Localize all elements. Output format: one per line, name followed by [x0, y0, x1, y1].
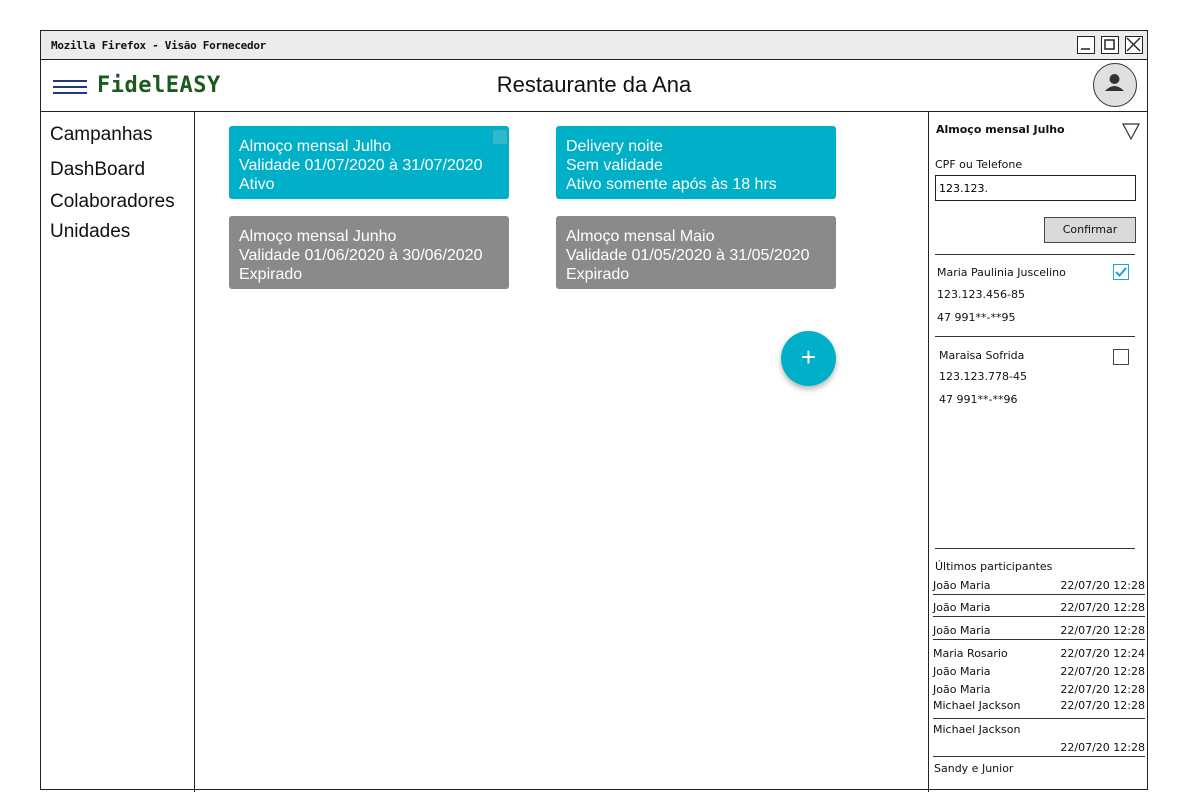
sidebar-item-dashboard[interactable]: DashBoard [50, 159, 145, 181]
page-title: Restaurante da Ana [496, 72, 692, 97]
campaign-name: Delivery noite [566, 138, 663, 155]
result-cpf: 123.123.456-85 [937, 288, 1025, 301]
result-name: Maraisa Sofrida [939, 349, 1025, 362]
title-bar: Mozilla Firefox - Visão Fornecedor [41, 31, 1147, 60]
participant-row: João Maria 22/07/20 12:28 [933, 579, 1145, 595]
campaign-name: Almoço mensal Julho [239, 138, 392, 155]
campaign-panel: Almoço mensal Julho CPF ou Telefone Conf… [928, 112, 1147, 792]
participant-time: 22/07/20 12:24 [1060, 647, 1145, 660]
last-participants-title: Últimos participantes [935, 560, 1053, 573]
campaign-status: Expirado [239, 266, 303, 283]
participant-time: 22/07/20 12:28 [1060, 601, 1145, 614]
campaign-validity: Sem validade [566, 157, 663, 174]
divider [935, 336, 1135, 337]
result-phone: 47 991**-**95 [937, 311, 1016, 324]
participant-time: 22/07/20 12:28 [1060, 699, 1145, 712]
avatar[interactable] [1093, 63, 1137, 107]
participant-name: João Maria [933, 624, 991, 637]
campaign-card[interactable]: Delivery noite Sem validade Ativo soment… [556, 126, 836, 199]
sidebar: Campanhas DashBoard Colaboradores Unidad… [41, 112, 195, 792]
participant-time: 22/07/20 12:28 [1060, 624, 1145, 637]
campaign-card[interactable]: Almoço mensal Julho Validade 01/07/2020 … [229, 126, 509, 199]
cpf-phone-input[interactable] [935, 175, 1136, 201]
app-header: FidelEASY Restaurante da Ana [41, 60, 1147, 112]
close-button[interactable] [1125, 36, 1143, 54]
window-title: Mozilla Firefox - Visão Fornecedor [51, 39, 266, 52]
campaign-name: Almoço mensal Maio [566, 228, 715, 245]
maximize-button[interactable] [1101, 36, 1119, 54]
card-checkbox[interactable] [493, 130, 507, 144]
campaign-name: Almoço mensal Junho [239, 228, 397, 245]
minimize-icon [1081, 48, 1090, 50]
campaign-validity: Validade 01/06/2020 à 30/06/2020 [239, 247, 483, 264]
participant-row: Michael Jackson 22/07/20 12:28 [933, 720, 1145, 757]
campaign-status: Ativo somente após às 18 hrs [566, 176, 777, 193]
add-campaign-button[interactable]: + [781, 331, 836, 386]
participant-time: 22/07/20 12:28 [1060, 741, 1145, 754]
campaign-card[interactable]: Almoço mensal Junho Validade 01/06/2020 … [229, 216, 509, 289]
cpf-phone-label: CPF ou Telefone [935, 158, 1023, 171]
result-cpf: 123.123.778-45 [939, 370, 1027, 383]
divider [933, 718, 1145, 719]
campaign-validity: Validade 01/05/2020 à 31/05/2020 [566, 247, 810, 264]
result-checkbox[interactable] [1113, 264, 1129, 280]
participant-time: 22/07/20 12:28 [1060, 665, 1145, 678]
campaign-card[interactable]: Almoço mensal Maio Validade 01/05/2020 à… [556, 216, 836, 289]
user-icon [1105, 74, 1124, 91]
confirm-button[interactable]: Confirmar [1044, 217, 1136, 243]
result-phone: 47 991**-**96 [939, 393, 1018, 406]
participant-name: Michael Jackson [933, 723, 1021, 736]
campaign-validity: Validade 01/07/2020 à 31/07/2020 [239, 157, 483, 174]
dropdown-triangle-icon[interactable] [1121, 121, 1141, 141]
participant-name: João Maria [933, 683, 991, 696]
maximize-icon [1104, 39, 1115, 50]
browser-window: Mozilla Firefox - Visão Fornecedor Fidel… [40, 30, 1148, 792]
divider [935, 548, 1135, 549]
participant-name: Michael Jackson [933, 699, 1021, 712]
participant-name: João Maria [933, 665, 991, 678]
participant-row: João Maria 22/07/20 12:28 [933, 601, 1145, 617]
participant-name: Maria Rosario [933, 647, 1008, 660]
sidebar-item-campanhas[interactable]: Campanhas [50, 124, 152, 146]
participant-group: Maria Rosario 22/07/20 12:24 João Maria … [933, 647, 1145, 716]
participant-name: João Maria [933, 601, 991, 614]
participant-name: Sandy e Junior [934, 762, 1014, 775]
campaign-status: Expirado [566, 266, 630, 283]
minimize-button[interactable] [1077, 36, 1095, 54]
panel-campaign-title: Almoço mensal Julho [936, 123, 1065, 136]
divider [935, 254, 1135, 255]
result-checkbox[interactable] [1113, 349, 1129, 365]
result-name: Maria Paulinia Juscelino [937, 266, 1066, 279]
sidebar-item-colaboradores[interactable]: Colaboradores [50, 191, 175, 213]
checkmark-icon [1115, 267, 1127, 277]
close-icon [1126, 37, 1141, 52]
participant-time: 22/07/20 12:28 [1060, 683, 1145, 696]
sidebar-item-unidades[interactable]: Unidades [50, 221, 130, 243]
participant-name: João Maria [933, 579, 991, 592]
participant-row: João Maria 22/07/20 12:28 [933, 624, 1145, 640]
participant-time: 22/07/20 12:28 [1060, 579, 1145, 592]
campaign-status: Ativo [239, 176, 275, 193]
